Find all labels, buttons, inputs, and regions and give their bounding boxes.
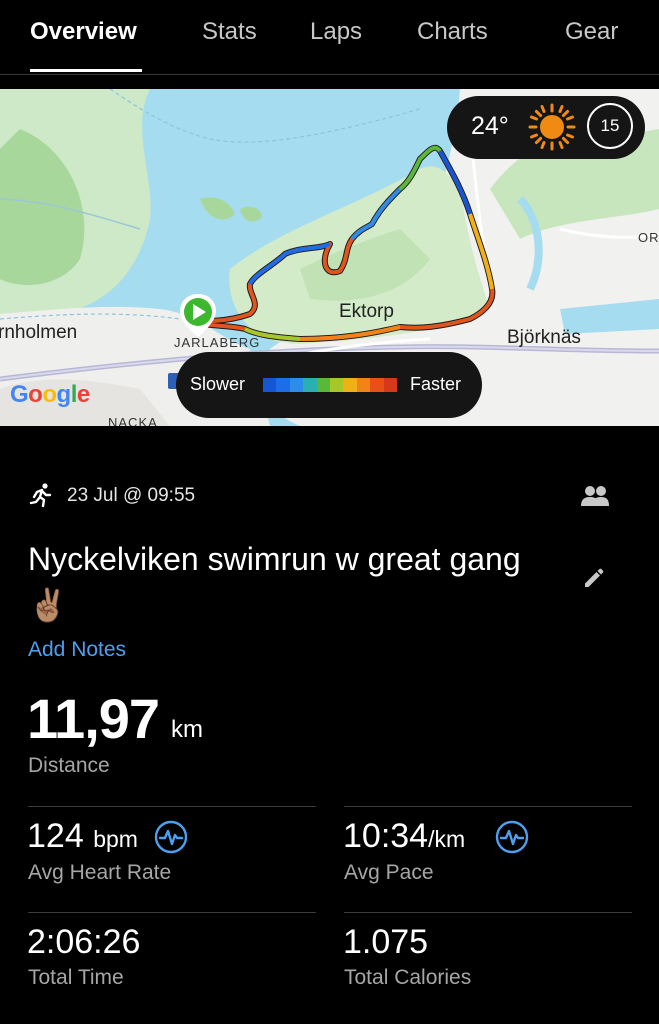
pencil-icon[interactable] [582, 566, 606, 590]
avg-pace-value: 10:34/km [343, 817, 465, 856]
tab-stats[interactable]: Stats [202, 18, 257, 46]
total-time-value: 2:06:26 [27, 923, 141, 961]
legend-color-swatch [316, 378, 331, 392]
divider [28, 912, 316, 913]
legend-color-swatch [343, 378, 357, 392]
add-notes-link[interactable]: Add Notes [28, 638, 126, 662]
tab-overview[interactable]: Overview [30, 18, 137, 46]
legend-slower-label: Slower [190, 374, 246, 394]
active-tab-indicator [30, 69, 142, 72]
map-label-nacka: NACKA [108, 415, 158, 426]
legend-color-swatch [383, 378, 398, 392]
divider [344, 806, 632, 807]
heart-rate-chart-icon[interactable] [154, 820, 188, 854]
legend-color-swatch [263, 378, 277, 392]
divider [344, 912, 632, 913]
temperature: 24° [471, 112, 509, 140]
map-label-or: OR [638, 230, 659, 245]
activity-title: Nyckelviken swimrun w great gang ✌🏽 [28, 541, 521, 623]
tab-laps[interactable]: Laps [310, 18, 362, 46]
avg-heart-rate-value: 124 bpm [27, 817, 138, 856]
legend-color-swatch [330, 378, 344, 392]
map-label-bjorknas: Björknäs [507, 327, 581, 348]
pace-chart-icon[interactable] [495, 820, 529, 854]
avg-heart-rate-label: Avg Heart Rate [28, 861, 172, 884]
clock-value: 15 [600, 116, 620, 135]
legend-color-swatch [276, 378, 290, 392]
tab-divider [0, 74, 659, 75]
sun-icon [528, 103, 576, 151]
pace-legend: Slower Faster [176, 352, 482, 418]
map-label-ektorp: Ektorp [339, 301, 394, 322]
people-icon[interactable] [580, 484, 610, 508]
heart-rate-number: 124 [27, 817, 84, 855]
clock-icon: 15 [587, 103, 633, 149]
legend-color-swatch [289, 378, 304, 392]
map-label-jarlaberg: JARLABERG [174, 335, 261, 350]
heart-rate-unit: bpm [93, 826, 138, 852]
map-label-rnholmen: rnholmen [0, 322, 78, 343]
route-map[interactable]: rnholmen JARLABERG Ektorp Björknäs NACKA… [0, 89, 659, 426]
tab-bar: Overview Stats Laps Charts Gear [0, 0, 659, 74]
google-logo: Google [10, 381, 90, 408]
distance-label: Distance [28, 754, 110, 777]
weather-badge[interactable]: 24° 15 [447, 96, 645, 159]
tab-charts[interactable]: Charts [417, 18, 488, 46]
legend-color-scale [263, 378, 398, 392]
distance-unit: km [171, 716, 203, 743]
tab-gear[interactable]: Gear [565, 18, 618, 46]
legend-color-swatch [356, 378, 371, 392]
legend-faster-label: Faster [410, 374, 462, 394]
total-calories-value: 1.075 [343, 923, 429, 961]
divider [28, 806, 316, 807]
total-calories-label: Total Calories [344, 966, 472, 989]
avg-pace-label: Avg Pace [344, 861, 434, 884]
legend-color-swatch [303, 378, 317, 392]
running-icon [29, 483, 52, 508]
pace-number: 10:34 [343, 817, 429, 855]
total-time-label: Total Time [28, 966, 124, 989]
activity-date: 23 Jul @ 09:55 [67, 485, 196, 506]
pace-unit: /km [428, 826, 466, 852]
distance-value: 11,97 [27, 687, 160, 750]
legend-color-swatch [370, 378, 384, 392]
